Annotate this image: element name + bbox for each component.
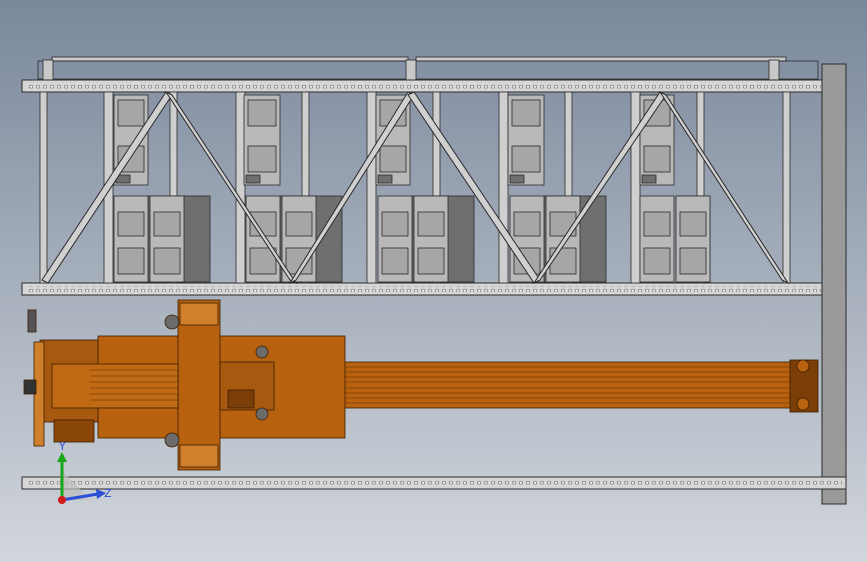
fork-arm [267,361,809,409]
rack-post [498,91,509,284]
fork-tip-wheel [796,397,810,411]
top-rail-post-3 [768,59,780,83]
guide-wheel [164,432,180,448]
end-column [821,63,847,505]
cad-viewport[interactable]: Y Z [0,0,867,562]
rack-post [366,91,377,284]
z-axis-label: Z [104,487,112,500]
drive-shaft [51,363,179,409]
middle-beam-holes [26,286,842,292]
sensor-head [23,379,37,395]
top-rail-post-2 [405,59,417,83]
fork-tip-wheel [796,359,810,373]
guide-wheel [255,345,269,359]
guide-wheel [164,314,180,330]
lower-rail [21,476,847,490]
carriage-block [227,389,255,409]
upper-beam-holes [26,83,842,89]
body-cap-bottom [179,444,219,468]
x-axis-dot [58,496,66,504]
storage-bay [245,195,343,283]
top-rail-right [415,56,787,62]
storage-bay [113,195,211,283]
sensor-post [27,309,37,333]
top-rail-left [51,56,409,62]
gear-motor [53,419,95,443]
storage-box [243,94,281,186]
storage-bay [377,195,475,283]
rack-post [630,91,641,284]
guide-wheel [255,407,269,421]
central-body [177,299,221,471]
body-cap-top [179,302,219,326]
cad-drawing: Y Z [0,0,867,562]
rack-post [39,91,48,284]
storage-box [507,94,545,186]
top-rail-post-1 [42,59,54,83]
rack-post [782,91,791,284]
y-axis-label: Y [58,440,66,453]
